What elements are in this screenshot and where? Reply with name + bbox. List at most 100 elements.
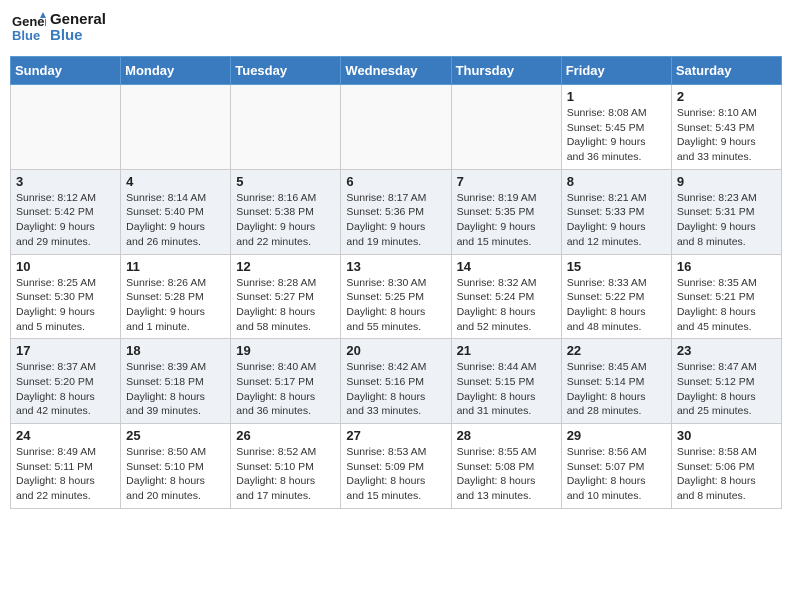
day-number: 11 — [126, 259, 225, 274]
day-info: Sunrise: 8:50 AM Sunset: 5:10 PM Dayligh… — [126, 445, 225, 504]
day-number: 20 — [346, 343, 445, 358]
day-info: Sunrise: 8:25 AM Sunset: 5:30 PM Dayligh… — [16, 276, 115, 335]
calendar-cell: 21 Sunrise: 8:44 AM Sunset: 5:15 PM Dayli… — [451, 339, 561, 424]
calendar-cell: 15 Sunrise: 8:33 AM Sunset: 5:22 PM Dayli… — [561, 254, 671, 339]
calendar-cell — [231, 85, 341, 170]
weekday-header-tuesday: Tuesday — [231, 57, 341, 85]
day-info: Sunrise: 8:56 AM Sunset: 5:07 PM Dayligh… — [567, 445, 666, 504]
day-number: 18 — [126, 343, 225, 358]
calendar-cell: 20 Sunrise: 8:42 AM Sunset: 5:16 PM Dayli… — [341, 339, 451, 424]
day-info: Sunrise: 8:32 AM Sunset: 5:24 PM Dayligh… — [457, 276, 556, 335]
day-number: 4 — [126, 174, 225, 189]
day-info: Sunrise: 8:10 AM Sunset: 5:43 PM Dayligh… — [677, 106, 776, 165]
day-info: Sunrise: 8:44 AM Sunset: 5:15 PM Dayligh… — [457, 360, 556, 419]
weekday-header-friday: Friday — [561, 57, 671, 85]
day-info: Sunrise: 8:37 AM Sunset: 5:20 PM Dayligh… — [16, 360, 115, 419]
calendar-cell: 14 Sunrise: 8:32 AM Sunset: 5:24 PM Dayli… — [451, 254, 561, 339]
calendar-cell: 26 Sunrise: 8:52 AM Sunset: 5:10 PM Dayli… — [231, 424, 341, 509]
calendar-cell: 10 Sunrise: 8:25 AM Sunset: 5:30 PM Dayli… — [11, 254, 121, 339]
calendar-cell — [341, 85, 451, 170]
calendar-cell: 9 Sunrise: 8:23 AM Sunset: 5:31 PM Daylig… — [671, 169, 781, 254]
day-info: Sunrise: 8:35 AM Sunset: 5:21 PM Dayligh… — [677, 276, 776, 335]
calendar-cell: 27Sunrise: 8:53 AM Sunset: 5:09 PM Dayli… — [341, 424, 451, 509]
calendar-cell: 7 Sunrise: 8:19 AM Sunset: 5:35 PM Daylig… — [451, 169, 561, 254]
day-number: 5 — [236, 174, 335, 189]
day-info: Sunrise: 8:42 AM Sunset: 5:16 PM Dayligh… — [346, 360, 445, 419]
calendar-cell: 1 Sunrise: 8:08 AM Sunset: 5:45 PM Daylig… — [561, 85, 671, 170]
day-number: 6 — [346, 174, 445, 189]
day-info: Sunrise: 8:47 AM Sunset: 5:12 PM Dayligh… — [677, 360, 776, 419]
calendar-cell — [11, 85, 121, 170]
day-number: 9 — [677, 174, 776, 189]
day-number: 24 — [16, 428, 115, 443]
weekday-header-monday: Monday — [121, 57, 231, 85]
day-info: Sunrise: 8:58 AM Sunset: 5:06 PM Dayligh… — [677, 445, 776, 504]
calendar-cell: 8Sunrise: 8:21 AM Sunset: 5:33 PM Daylig… — [561, 169, 671, 254]
calendar-cell: 30 Sunrise: 8:58 AM Sunset: 5:06 PM Dayli… — [671, 424, 781, 509]
day-number: 26 — [236, 428, 335, 443]
week-row-2: 3 Sunrise: 8:12 AM Sunset: 5:42 PM Daylig… — [11, 169, 782, 254]
weekday-header-sunday: Sunday — [11, 57, 121, 85]
calendar-cell: 22Sunrise: 8:45 AM Sunset: 5:14 PM Dayli… — [561, 339, 671, 424]
week-row-4: 17 Sunrise: 8:37 AM Sunset: 5:20 PM Dayli… — [11, 339, 782, 424]
day-number: 17 — [16, 343, 115, 358]
logo-icon: General Blue — [10, 10, 46, 46]
day-info: Sunrise: 8:12 AM Sunset: 5:42 PM Dayligh… — [16, 191, 115, 250]
day-number: 16 — [677, 259, 776, 274]
logo: General Blue General Blue — [10, 10, 106, 46]
day-info: Sunrise: 8:23 AM Sunset: 5:31 PM Dayligh… — [677, 191, 776, 250]
day-info: Sunrise: 8:49 AM Sunset: 5:11 PM Dayligh… — [16, 445, 115, 504]
calendar-cell — [451, 85, 561, 170]
day-number: 23 — [677, 343, 776, 358]
day-number: 3 — [16, 174, 115, 189]
calendar-cell: 5 Sunrise: 8:16 AM Sunset: 5:38 PM Daylig… — [231, 169, 341, 254]
calendar-cell: 29 Sunrise: 8:56 AM Sunset: 5:07 PM Dayli… — [561, 424, 671, 509]
day-info: Sunrise: 8:16 AM Sunset: 5:38 PM Dayligh… — [236, 191, 335, 250]
weekday-header-thursday: Thursday — [451, 57, 561, 85]
calendar-cell: 18 Sunrise: 8:39 AM Sunset: 5:18 PM Dayli… — [121, 339, 231, 424]
day-number: 8 — [567, 174, 666, 189]
day-info: Sunrise: 8:45 AM Sunset: 5:14 PM Dayligh… — [567, 360, 666, 419]
calendar-cell: 24 Sunrise: 8:49 AM Sunset: 5:11 PM Dayli… — [11, 424, 121, 509]
calendar-cell: 25 Sunrise: 8:50 AM Sunset: 5:10 PM Dayli… — [121, 424, 231, 509]
day-info: Sunrise: 8:39 AM Sunset: 5:18 PM Dayligh… — [126, 360, 225, 419]
day-info: Sunrise: 8:19 AM Sunset: 5:35 PM Dayligh… — [457, 191, 556, 250]
day-number: 14 — [457, 259, 556, 274]
week-row-5: 24 Sunrise: 8:49 AM Sunset: 5:11 PM Dayli… — [11, 424, 782, 509]
day-number: 30 — [677, 428, 776, 443]
calendar-table: SundayMondayTuesdayWednesdayThursdayFrid… — [10, 56, 782, 509]
calendar-cell: 6 Sunrise: 8:17 AM Sunset: 5:36 PM Daylig… — [341, 169, 451, 254]
day-number: 10 — [16, 259, 115, 274]
day-number: 2 — [677, 89, 776, 104]
day-info: Sunrise: 8:55 AM Sunset: 5:08 PM Dayligh… — [457, 445, 556, 504]
week-row-1: 1 Sunrise: 8:08 AM Sunset: 5:45 PM Daylig… — [11, 85, 782, 170]
day-number: 1 — [567, 89, 666, 104]
calendar-cell: 19Sunrise: 8:40 AM Sunset: 5:17 PM Dayli… — [231, 339, 341, 424]
weekday-header-row: SundayMondayTuesdayWednesdayThursdayFrid… — [11, 57, 782, 85]
week-row-3: 10 Sunrise: 8:25 AM Sunset: 5:30 PM Dayli… — [11, 254, 782, 339]
day-info: Sunrise: 8:52 AM Sunset: 5:10 PM Dayligh… — [236, 445, 335, 504]
calendar-cell: 23 Sunrise: 8:47 AM Sunset: 5:12 PM Dayli… — [671, 339, 781, 424]
day-info: Sunrise: 8:33 AM Sunset: 5:22 PM Dayligh… — [567, 276, 666, 335]
day-number: 21 — [457, 343, 556, 358]
calendar-cell — [121, 85, 231, 170]
day-number: 25 — [126, 428, 225, 443]
day-number: 7 — [457, 174, 556, 189]
day-number: 28 — [457, 428, 556, 443]
day-info: Sunrise: 8:30 AM Sunset: 5:25 PM Dayligh… — [346, 276, 445, 335]
day-number: 15 — [567, 259, 666, 274]
calendar-cell: 2 Sunrise: 8:10 AM Sunset: 5:43 PM Daylig… — [671, 85, 781, 170]
weekday-header-saturday: Saturday — [671, 57, 781, 85]
day-info: Sunrise: 8:17 AM Sunset: 5:36 PM Dayligh… — [346, 191, 445, 250]
day-number: 13 — [346, 259, 445, 274]
day-info: Sunrise: 8:08 AM Sunset: 5:45 PM Dayligh… — [567, 106, 666, 165]
day-info: Sunrise: 8:28 AM Sunset: 5:27 PM Dayligh… — [236, 276, 335, 335]
day-number: 19 — [236, 343, 335, 358]
calendar-cell: 13 Sunrise: 8:30 AM Sunset: 5:25 PM Dayli… — [341, 254, 451, 339]
day-info: Sunrise: 8:26 AM Sunset: 5:28 PM Dayligh… — [126, 276, 225, 335]
calendar-cell: 11 Sunrise: 8:26 AM Sunset: 5:28 PM Dayli… — [121, 254, 231, 339]
logo-line1: General — [50, 12, 106, 29]
day-number: 29 — [567, 428, 666, 443]
svg-text:Blue: Blue — [12, 28, 40, 43]
logo-line2: Blue — [50, 28, 106, 45]
